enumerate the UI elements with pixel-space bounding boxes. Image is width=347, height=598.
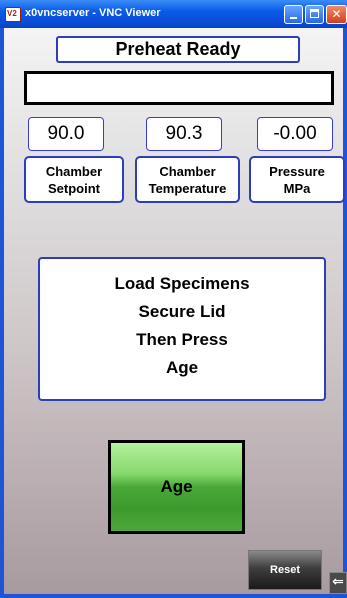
title-bar[interactable]: x0vncserver - VNC Viewer ✕ (0, 0, 347, 28)
chamber-temperature-label: Chamber Temperature (135, 156, 240, 203)
age-button[interactable]: Age (108, 440, 245, 534)
minimize-icon[interactable] (284, 5, 303, 24)
message-display (24, 71, 334, 105)
instruction-line: Secure Lid (138, 302, 226, 321)
close-icon[interactable]: ✕ (326, 5, 347, 24)
chamber-setpoint-label: Chamber Setpoint (24, 156, 124, 203)
chamber-temperature-label-line2: Temperature (148, 181, 227, 196)
chamber-temperature-label-line1: Chamber (159, 164, 216, 179)
chamber-setpoint-label-line2: Setpoint (48, 181, 100, 196)
window-title: x0vncserver - VNC Viewer (25, 7, 161, 19)
pressure-label-line1: Pressure (269, 164, 325, 179)
status-display: Preheat Ready (56, 36, 300, 63)
instruction-line: Load Specimens (114, 274, 250, 293)
pressure-label-line2: MPa (283, 181, 311, 196)
chamber-setpoint-value: 90.0 (28, 117, 104, 151)
vnc-viewer-window: x0vncserver - VNC Viewer ✕ Preheat Ready… (0, 0, 347, 598)
chamber-setpoint-label-line1: Chamber (45, 164, 103, 179)
pressure-value: -0.00 (257, 117, 333, 151)
pressure-label: Pressure MPa (249, 156, 345, 203)
vnc-app-icon[interactable] (5, 7, 21, 22)
maximize-icon[interactable] (305, 5, 324, 24)
instructions-panel: Load Specimens Secure Lid Then Press Age (38, 257, 326, 401)
instruction-line: Age (165, 358, 199, 377)
chamber-temperature-value: 90.3 (146, 117, 222, 151)
instruction-line: Then Press (136, 330, 228, 349)
back-arrow-icon[interactable] (329, 572, 347, 594)
remote-screen: Preheat Ready 90.0 90.3 -0.00 Chamber Se… (4, 28, 347, 594)
reset-button[interactable]: Reset (248, 550, 322, 590)
